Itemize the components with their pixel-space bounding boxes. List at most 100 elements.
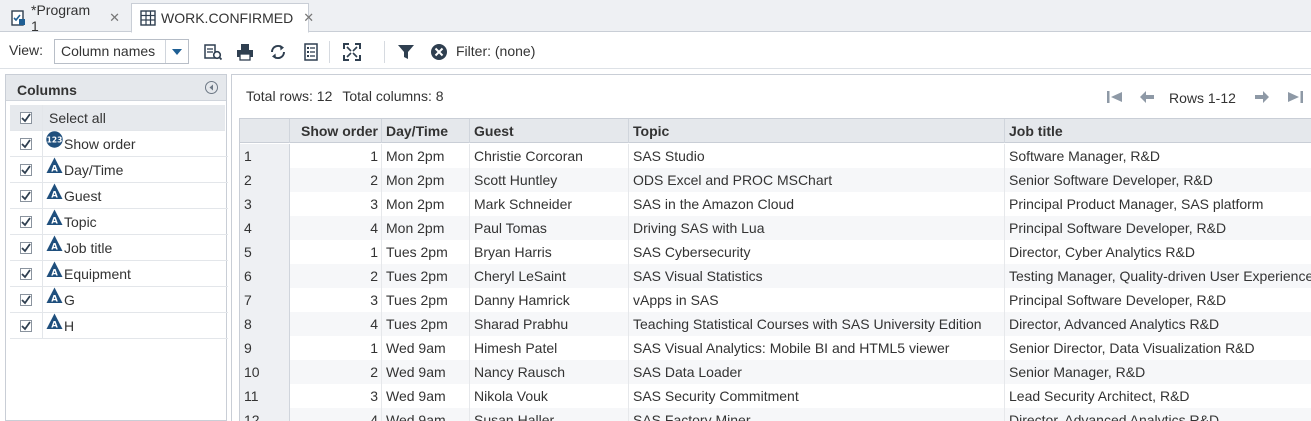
next-page-icon[interactable] bbox=[1254, 87, 1270, 107]
cell-row-number: 12 bbox=[240, 408, 290, 421]
tab-bar: *Program 1 ✕ WORK.CONFIRMED ✕ bbox=[0, 0, 1311, 34]
tab-program-1[interactable]: *Program 1 ✕ bbox=[2, 1, 128, 34]
svg-text:A: A bbox=[51, 242, 58, 252]
column-checkbox[interactable] bbox=[20, 189, 32, 202]
table-row[interactable]: 1 1 Mon 2pm Christie Corcoran SAS Studio Soft… bbox=[240, 144, 1311, 168]
header-day-time[interactable]: Day/Time bbox=[382, 119, 470, 143]
properties-icon[interactable] bbox=[301, 42, 321, 62]
column-checkbox[interactable] bbox=[20, 137, 32, 150]
cell-guest: Scott Huntley bbox=[470, 168, 629, 192]
cell-show-order: 3 bbox=[290, 192, 382, 216]
column-label: Topic bbox=[64, 213, 97, 230]
view-select-value: Column names bbox=[61, 43, 156, 59]
table-row[interactable]: 4 4 Mon 2pm Paul Tomas Driving SAS with Lua P… bbox=[240, 216, 1311, 240]
column-checkbox[interactable] bbox=[20, 215, 32, 228]
numeric-type-icon: 123 bbox=[46, 131, 63, 148]
cell-row-number: 9 bbox=[240, 336, 290, 360]
column-checkbox[interactable] bbox=[20, 267, 32, 280]
cell-show-order: 4 bbox=[290, 216, 382, 240]
svg-text:A: A bbox=[51, 294, 58, 304]
table-row[interactable]: 7 3 Tues 2pm Danny Hamrick vApps in SAS Princ… bbox=[240, 288, 1311, 312]
column-label: H bbox=[64, 317, 75, 334]
cell-job-title: Principal Software Developer, R&D bbox=[1005, 216, 1311, 240]
cell-job-title: Senior Manager, R&D bbox=[1005, 360, 1311, 384]
cell-guest: Sharad Prabhu bbox=[470, 312, 629, 336]
cell-topic: ODS Excel and PROC MSChart bbox=[629, 168, 1005, 192]
filter-icon[interactable] bbox=[396, 42, 416, 62]
first-page-icon[interactable] bbox=[1106, 87, 1124, 107]
table-row[interactable]: 12 4 Wed 9am Susan Haller SAS Factory Miner D… bbox=[240, 408, 1311, 421]
cell-guest: Danny Hamrick bbox=[470, 288, 629, 312]
cell-job-title: Director, Advanced Analytics R&D bbox=[1005, 408, 1311, 421]
column-checkbox[interactable] bbox=[20, 319, 32, 332]
cell-day-time: Wed 9am bbox=[382, 384, 470, 408]
table-row[interactable]: 10 2 Wed 9am Nancy Rausch SAS Data Loader Sen… bbox=[240, 360, 1311, 384]
svg-text:A: A bbox=[51, 164, 58, 174]
table-row[interactable]: 8 4 Tues 2pm Sharad Prabhu Teaching Statisti… bbox=[240, 312, 1311, 336]
cell-topic: SAS Security Commitment bbox=[629, 384, 1005, 408]
program-icon bbox=[10, 9, 26, 26]
tab-work-confirmed[interactable]: WORK.CONFIRMED ✕ bbox=[131, 3, 314, 33]
svg-text:A: A bbox=[51, 268, 58, 278]
chevron-down-icon[interactable] bbox=[165, 40, 188, 63]
refresh-icon[interactable] bbox=[268, 42, 288, 62]
cell-day-time: Mon 2pm bbox=[382, 216, 470, 240]
column-row[interactable]: AG bbox=[10, 287, 228, 313]
header-topic[interactable]: Topic bbox=[629, 119, 1005, 143]
cell-show-order: 2 bbox=[290, 264, 382, 288]
filter-status: Filter: (none) bbox=[456, 43, 536, 59]
maximize-icon[interactable] bbox=[342, 42, 362, 62]
column-checkbox[interactable] bbox=[20, 293, 32, 306]
clear-filter-icon[interactable] bbox=[429, 42, 449, 62]
cell-topic: SAS Factory Miner bbox=[629, 408, 1005, 421]
cell-row-number: 11 bbox=[240, 384, 290, 408]
cell-guest: Susan Haller bbox=[470, 408, 629, 421]
collapse-panel-icon[interactable] bbox=[205, 81, 218, 94]
query-icon[interactable] bbox=[203, 42, 223, 62]
cell-row-number: 5 bbox=[240, 240, 290, 264]
cell-row-number: 2 bbox=[240, 168, 290, 192]
table-row[interactable]: 11 3 Wed 9am Nikola Vouk SAS Security Commit… bbox=[240, 384, 1311, 408]
column-row[interactable]: AH bbox=[10, 313, 228, 339]
table-row[interactable]: 5 1 Tues 2pm Bryan Harris SAS Cybersecurity D… bbox=[240, 240, 1311, 264]
previous-page-icon[interactable] bbox=[1139, 87, 1155, 107]
svg-text:123: 123 bbox=[47, 136, 63, 145]
select-all-row[interactable]: Select all bbox=[10, 105, 225, 131]
column-label: Show order bbox=[64, 135, 136, 152]
columns-panel: Columns Select all 123 Show order A Day/Tim… bbox=[5, 74, 228, 421]
header-row-number[interactable] bbox=[240, 119, 290, 143]
table-row[interactable]: 6 2 Tues 2pm Cheryl LeSaint SAS Visual Stati… bbox=[240, 264, 1311, 288]
close-icon[interactable]: ✕ bbox=[109, 10, 120, 26]
column-row[interactable]: 123 Show order bbox=[10, 131, 228, 157]
print-icon[interactable] bbox=[235, 42, 255, 62]
header-guest[interactable]: Guest bbox=[470, 119, 629, 143]
view-label: View: bbox=[9, 42, 43, 58]
column-checkbox[interactable] bbox=[20, 163, 32, 176]
close-icon[interactable]: ✕ bbox=[303, 10, 314, 26]
column-checkbox[interactable] bbox=[20, 241, 32, 254]
view-select[interactable]: Column names bbox=[54, 39, 189, 64]
total-columns: Total columns: 8 bbox=[342, 88, 444, 104]
character-type-icon: A bbox=[46, 235, 63, 252]
table-row[interactable]: 9 1 Wed 9am Himesh Patel SAS Visual Analytic… bbox=[240, 336, 1311, 360]
header-job-title[interactable]: Job title bbox=[1005, 119, 1311, 143]
tab-label: *Program 1 bbox=[31, 1, 91, 34]
select-all-checkbox[interactable] bbox=[20, 111, 32, 124]
table-icon bbox=[140, 10, 156, 26]
cell-job-title: Director, Cyber Analytics R&D bbox=[1005, 240, 1311, 264]
cell-day-time: Mon 2pm bbox=[382, 192, 470, 216]
column-row[interactable]: A Job title bbox=[10, 235, 228, 261]
cell-row-number: 1 bbox=[240, 144, 290, 168]
cell-row-number: 6 bbox=[240, 264, 290, 288]
cell-guest: Cheryl LeSaint bbox=[470, 264, 629, 288]
table-row[interactable]: 2 2 Mon 2pm Scott Huntley ODS Excel and PROC… bbox=[240, 168, 1311, 192]
column-row[interactable]: A Equipment bbox=[10, 261, 228, 287]
header-show-order[interactable]: Show order bbox=[290, 119, 382, 143]
column-row[interactable]: A Day/Time bbox=[10, 157, 228, 183]
last-page-icon[interactable] bbox=[1286, 87, 1304, 107]
column-row[interactable]: A Guest bbox=[10, 183, 228, 209]
character-type-icon: A bbox=[46, 261, 63, 278]
column-row[interactable]: A Topic bbox=[10, 209, 228, 235]
columns-panel-title: Columns bbox=[17, 82, 77, 98]
table-row[interactable]: 3 3 Mon 2pm Mark Schneider SAS in the Amazon… bbox=[240, 192, 1311, 216]
